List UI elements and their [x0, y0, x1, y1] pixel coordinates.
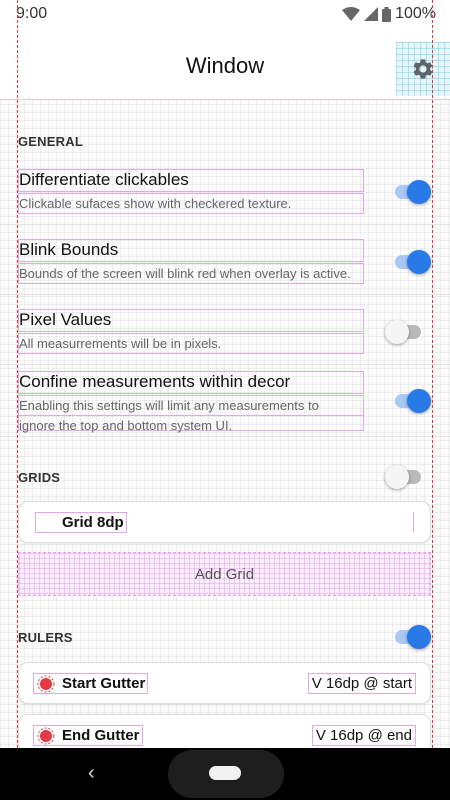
pref-summary-line: Enabling this settings will limit any me… — [19, 398, 319, 413]
pref-title: Confine measurements within decor — [18, 371, 364, 394]
pref-summary: Bounds of the screen will blink red when… — [18, 263, 364, 284]
divider — [0, 294, 450, 295]
pref-summary: Enabling this settings will limit any me… — [18, 395, 364, 433]
navigation-bar: ‹ — [0, 748, 450, 800]
section-header-rulers: RULERS — [18, 630, 73, 645]
back-chevron-icon[interactable]: ‹ — [88, 762, 95, 785]
home-pill-icon — [209, 766, 241, 780]
ruler-color-dot-icon — [37, 727, 55, 745]
ruler-item-start-gutter[interactable]: Start Gutter V 16dp @ start — [18, 662, 431, 704]
pref-summary: Clickable sufaces show with checkered te… — [18, 193, 364, 214]
settings-button[interactable] — [396, 42, 450, 96]
status-time: 9:00 — [16, 5, 48, 22]
ruler-item-value: V 16dp @ start — [307, 673, 416, 694]
battery-icon — [382, 6, 392, 22]
pixel-values-switch[interactable] — [385, 320, 423, 344]
divider — [0, 436, 450, 437]
pref-summary-line: ignore the top and bottom system UI. — [19, 415, 363, 435]
section-header-grids: GRIDS — [18, 470, 61, 485]
rulers-switch[interactable] — [393, 625, 431, 649]
bounds-marker — [413, 512, 414, 532]
confine-measurements-switch[interactable] — [393, 389, 431, 413]
battery-percent: 100% — [395, 5, 436, 22]
ruler-item-value: V 16dp @ end — [311, 725, 416, 746]
pref-title: Pixel Values — [18, 309, 364, 332]
grids-switch[interactable] — [385, 465, 423, 489]
app-bar: Window — [0, 28, 450, 100]
start-gutter-line — [17, 0, 18, 748]
section-header-general: GENERAL — [18, 134, 83, 149]
grid-item-label: Grid 8dp — [35, 512, 127, 533]
page-title: Window — [185, 53, 265, 78]
end-gutter-line — [432, 0, 433, 748]
cell-signal-icon — [364, 7, 379, 21]
divider — [0, 364, 450, 365]
blink-bounds-switch[interactable] — [393, 250, 431, 274]
status-bar: 9:00 100% — [0, 0, 450, 28]
divider — [0, 224, 450, 225]
differentiate-clickables-switch[interactable] — [393, 180, 431, 204]
ruler-color-dot-icon — [37, 675, 55, 693]
pref-title: Blink Bounds — [18, 239, 364, 262]
home-button[interactable] — [168, 750, 284, 798]
pref-summary: All measurrements will be in pixels. — [18, 333, 364, 354]
status-icons: 100% — [342, 5, 436, 23]
wifi-icon — [342, 7, 361, 21]
pref-title: Differentiate clickables — [18, 169, 364, 192]
add-grid-button[interactable]: Add Grid — [18, 552, 431, 596]
grid-item-card[interactable]: Grid 8dp — [18, 501, 431, 543]
